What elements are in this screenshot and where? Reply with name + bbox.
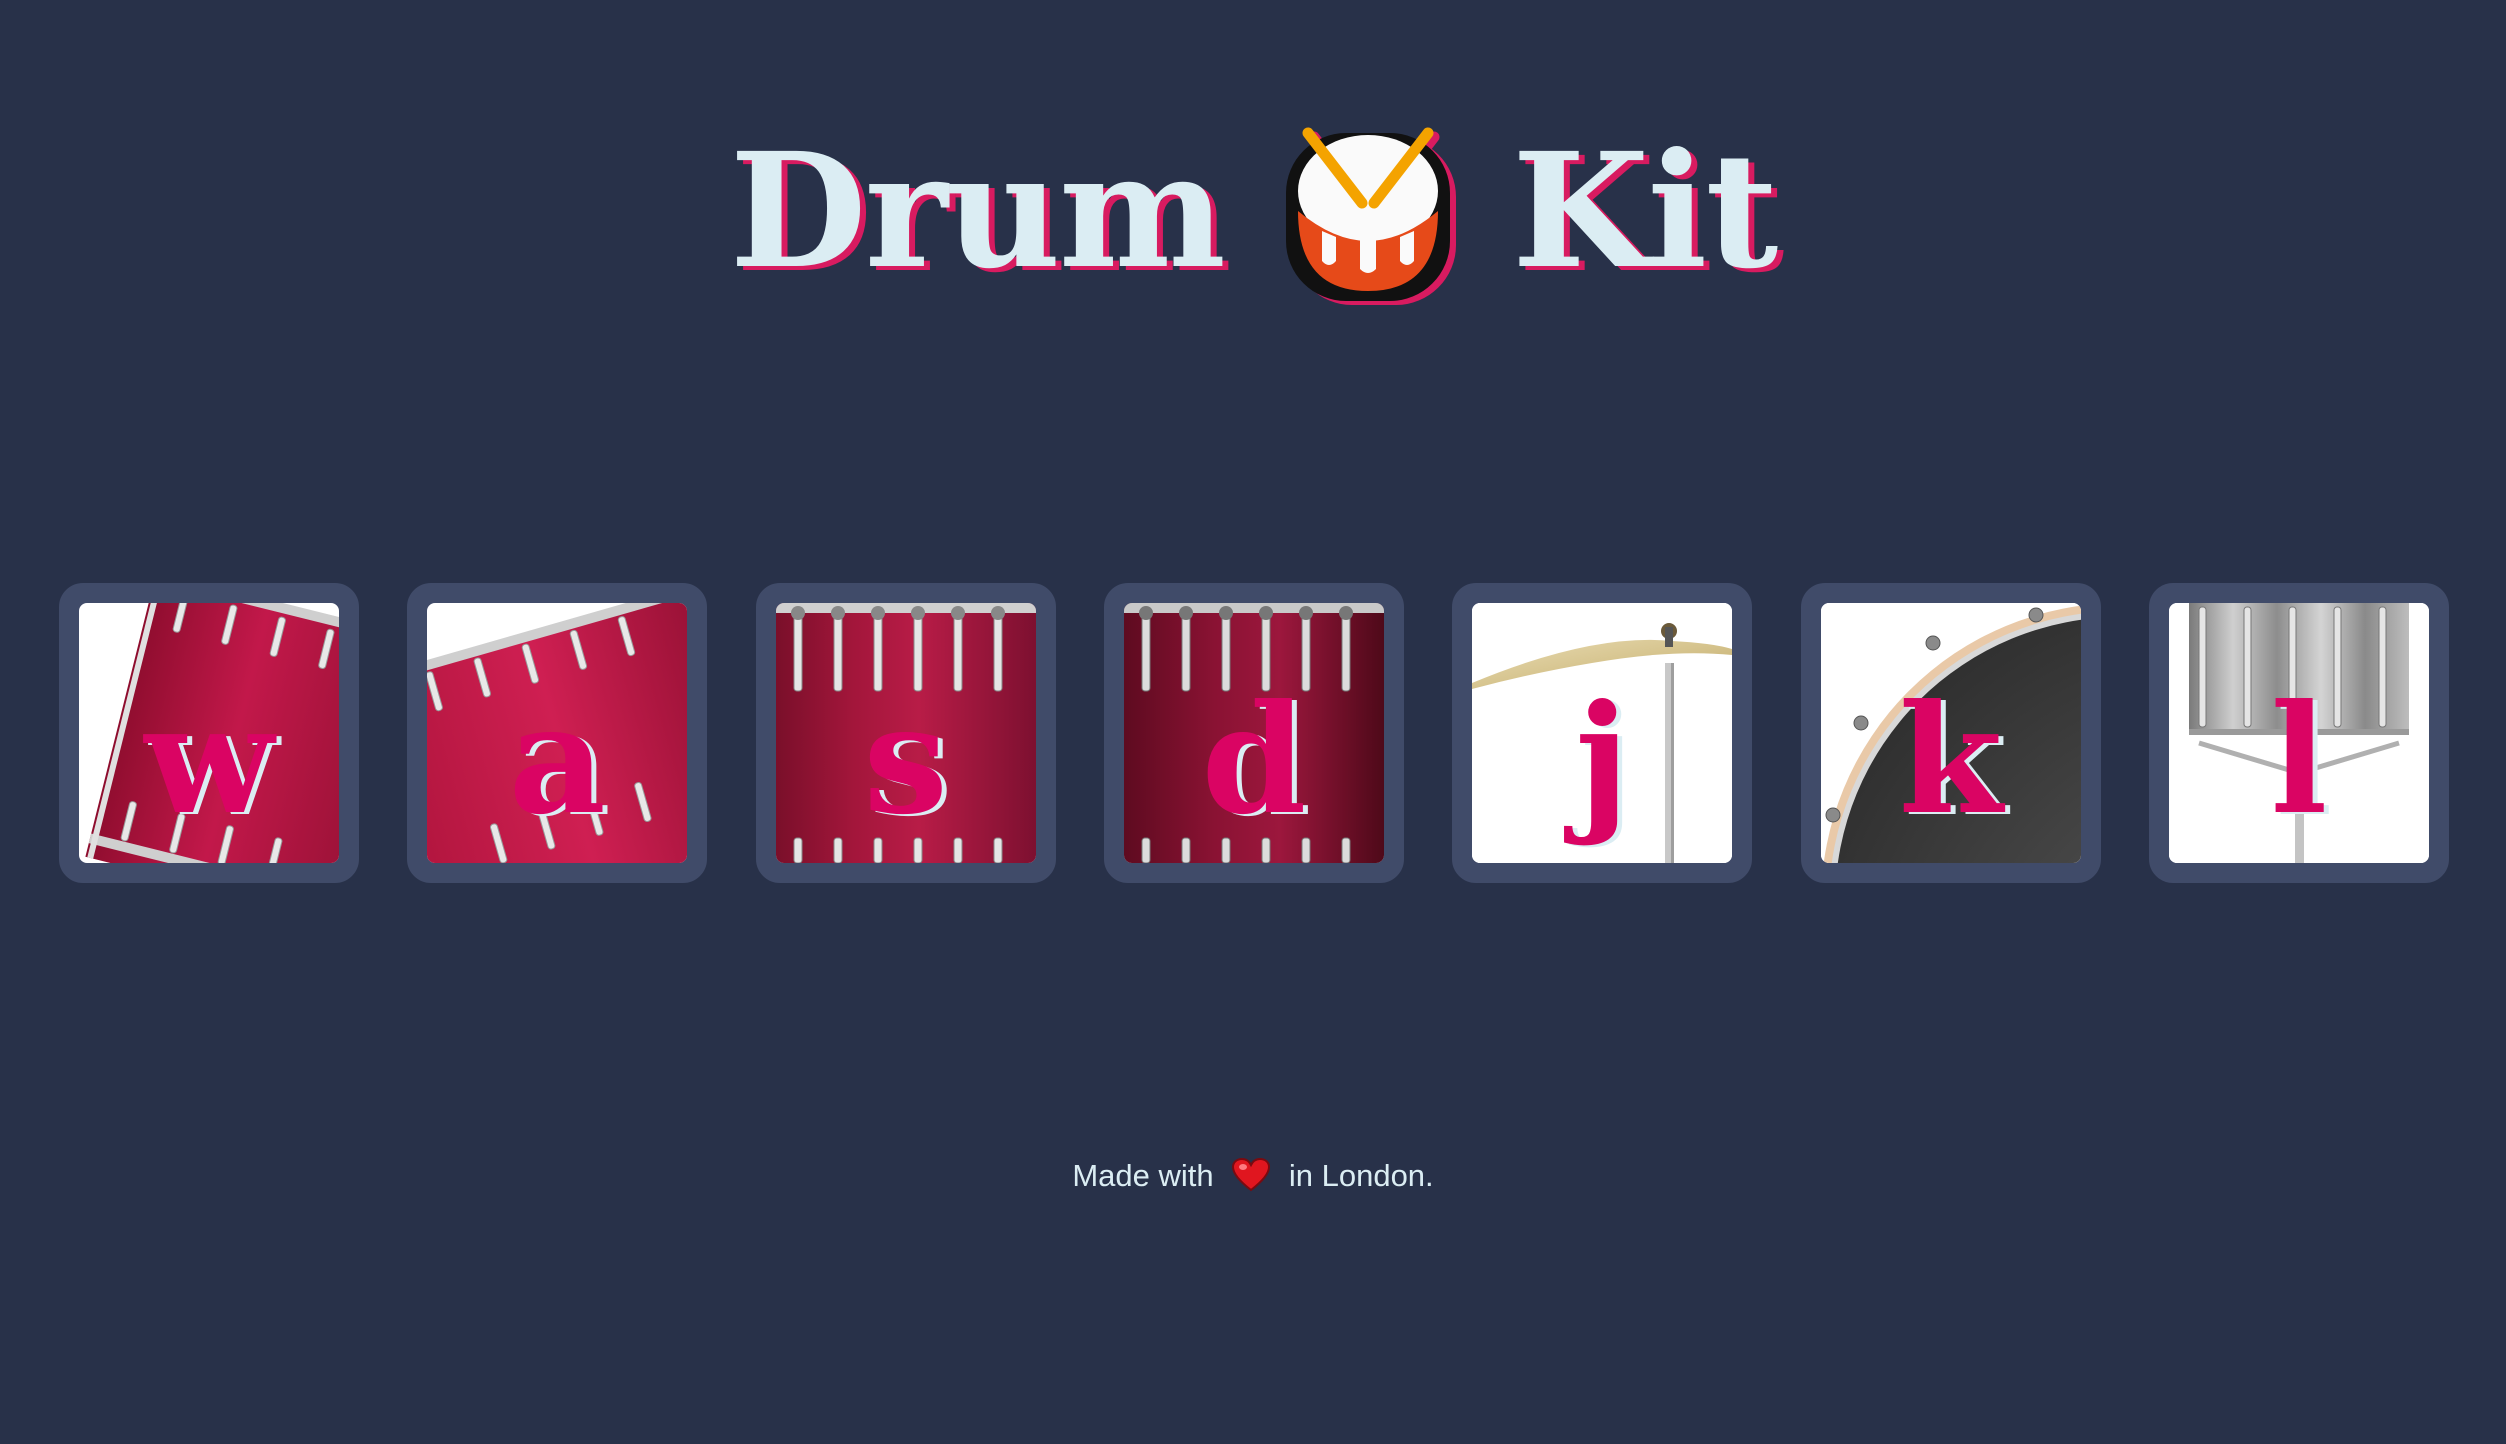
drum-key-j-pad: j [1472, 603, 1733, 863]
drum-key-k[interactable]: k [1800, 583, 2101, 883]
drum-kit-page: Drum Kit w a s d j k l Made with in Lond… [0, 0, 2506, 1444]
footer-suffix: in London. [1288, 1158, 1434, 1193]
page-title: Drum Kit [0, 112, 2506, 312]
footer-prefix: Made with [1072, 1158, 1214, 1193]
footer: Made with in London. [0, 1156, 2506, 1196]
key-letter: w [144, 672, 274, 848]
key-letter: d [1201, 672, 1307, 848]
drum-key-s[interactable]: s [755, 583, 1056, 883]
heart-icon [1232, 1158, 1271, 1192]
drum-key-l[interactable]: l [2148, 583, 2449, 883]
key-letter: a [508, 672, 606, 848]
drum-key-k-pad: k [1820, 603, 2081, 863]
drum-key-s-pad: s [775, 603, 1036, 863]
key-letter: j [1575, 672, 1630, 848]
drum-key-a[interactable]: a [407, 583, 708, 883]
key-letter: k [1898, 672, 2003, 848]
title-text-left: Drum [729, 119, 1226, 304]
key-letter: l [2270, 672, 2328, 848]
drum-keys: w a s d j k l [59, 583, 2449, 883]
drum-emoji-icon [1286, 127, 1450, 301]
drum-key-d[interactable]: d [1103, 583, 1404, 883]
drum-key-l-pad: l [2168, 603, 2429, 863]
key-letter: s [863, 672, 948, 848]
drum-key-d-pad: d [1123, 603, 1384, 863]
drum-key-a-pad: a [427, 603, 688, 863]
drum-key-j[interactable]: j [1452, 583, 1753, 883]
drum-key-w-pad: w [79, 603, 339, 863]
drum-key-w[interactable]: w [59, 583, 359, 883]
title-text-right: Kit [1512, 119, 1778, 304]
